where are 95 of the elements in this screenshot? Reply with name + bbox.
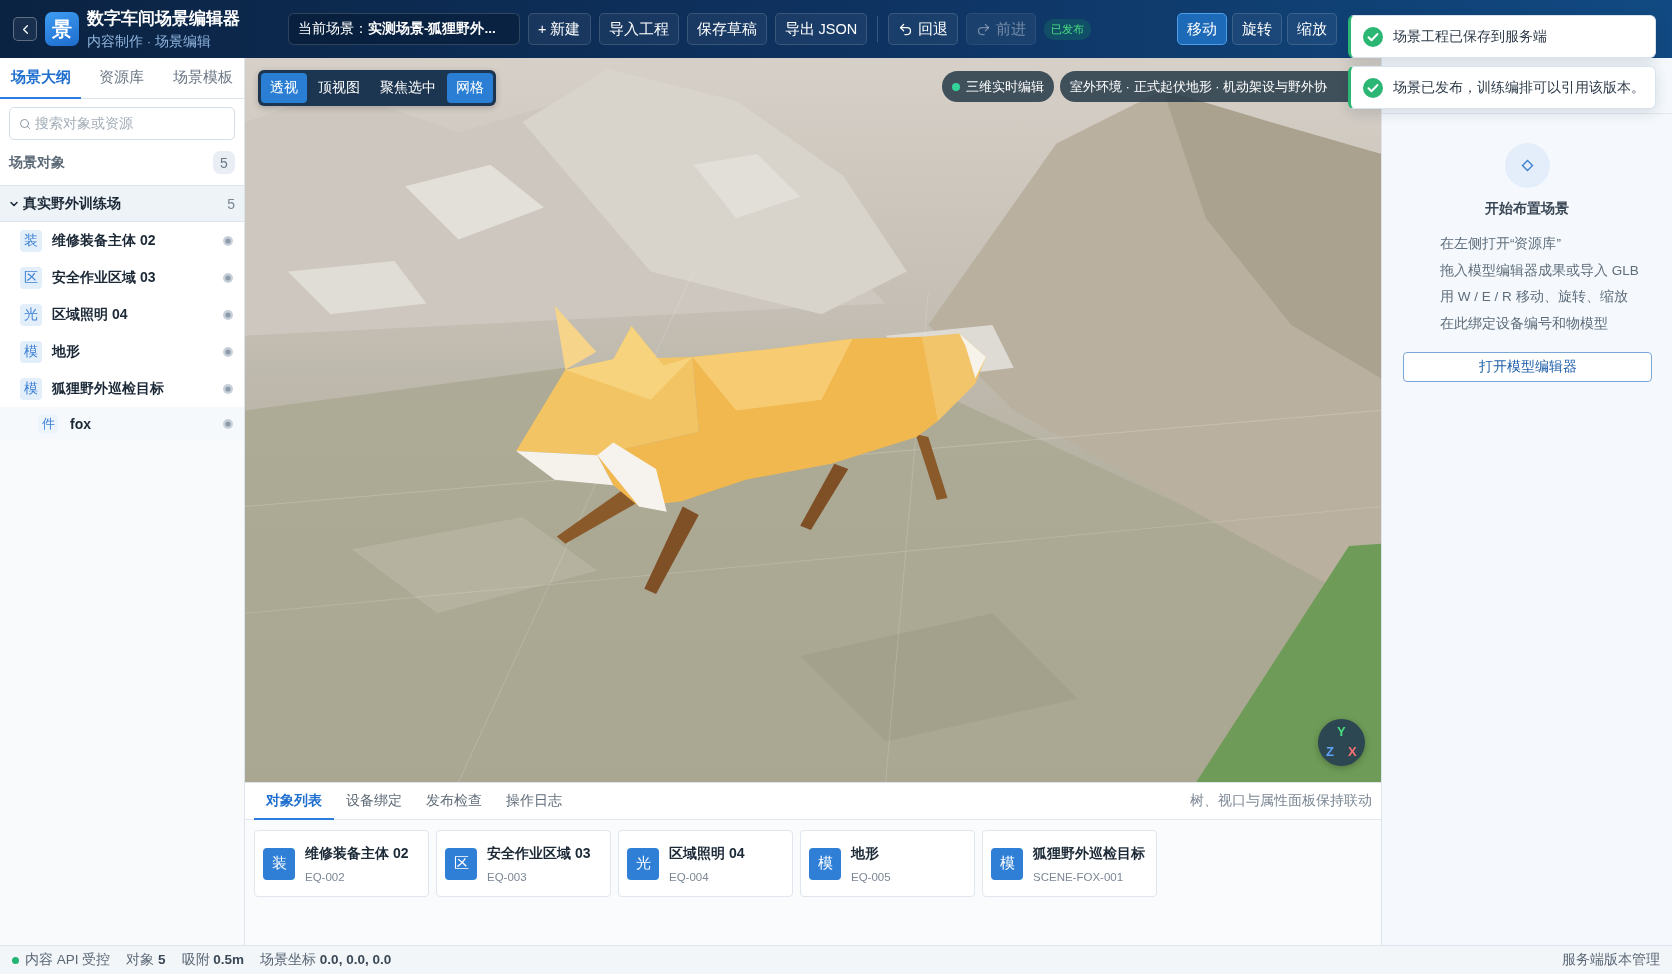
open-model-editor-button[interactable]: 打开模型编辑器 xyxy=(1403,351,1652,382)
dot-icon[interactable] xyxy=(223,346,233,357)
sidebar-tab[interactable]: 资源库 xyxy=(81,58,163,99)
dot-icon[interactable] xyxy=(223,272,233,283)
card-code: EQ-004 xyxy=(669,870,710,883)
redo-icon xyxy=(976,21,992,37)
card-code: EQ-005 xyxy=(851,870,891,883)
axis-label: Z xyxy=(1326,745,1334,759)
panel-tab[interactable]: 发布检查 xyxy=(414,783,494,820)
status-text: 场景坐标 0.0, 0.0, 0.0 xyxy=(260,951,392,969)
status-text: 吸附 0.5m xyxy=(181,951,245,969)
back-button[interactable] xyxy=(13,17,37,41)
hint-text: 在此绑定设备编号和物模型 xyxy=(1440,315,1608,334)
tree-item-label[interactable]: 维修装备主体 02 xyxy=(52,231,213,250)
toast-message: 场景已发布，训练编排可以引用该版本。 xyxy=(1393,78,1645,97)
axis-label: Y xyxy=(1337,725,1346,739)
card-title: 地形 xyxy=(851,844,880,863)
toolbar-button[interactable]: + 新建 xyxy=(528,13,591,45)
status-text: 对象 5 xyxy=(126,951,166,969)
object-card[interactable]: 模 地形 EQ-005 xyxy=(800,830,975,897)
card-code: SCENE-FOX-001 xyxy=(1033,870,1125,883)
sidebar-tab[interactable]: 场景模板 xyxy=(162,58,244,99)
view-mode-button[interactable]: 聚焦选中 xyxy=(371,73,445,103)
toolbar-button[interactable]: 保存草稿 xyxy=(686,13,767,45)
toolbar-button[interactable]: 导入工程 xyxy=(598,13,679,45)
status-dot-icon xyxy=(952,82,960,91)
status-text: 内容 API 受控 xyxy=(25,951,111,969)
transform-mode-button[interactable]: 旋转 xyxy=(1232,13,1282,45)
type-badge: 模 xyxy=(991,847,1023,880)
panel-note: 树、视口与属性面板保持联动 xyxy=(1190,792,1372,810)
current-scene-selector[interactable]: 当前场景：实测场景-狐狸野外... xyxy=(288,13,520,45)
hint-text: 拖入模型编辑器成果或导入 GLB xyxy=(1440,261,1639,280)
type-badge: 装 xyxy=(20,229,42,252)
dot-icon[interactable] xyxy=(223,235,233,246)
dot-icon[interactable] xyxy=(223,383,233,394)
card-title: 安全作业区域 03 xyxy=(487,844,591,863)
tree-item-label[interactable]: 地形 xyxy=(52,342,213,361)
tree-item-label[interactable]: 区域照明 04 xyxy=(52,305,213,324)
fox-drawing[interactable] xyxy=(516,305,986,595)
panel-tab[interactable]: 设备绑定 xyxy=(334,783,414,820)
type-badge: 模 xyxy=(20,340,42,363)
undo-icon xyxy=(898,21,914,37)
type-badge: 件 xyxy=(38,414,58,434)
hint-text: 用 W / E / R 移动、旋转、缩放 xyxy=(1440,288,1628,307)
dot-icon[interactable] xyxy=(223,309,233,320)
status-link[interactable]: 服务端版本管理 xyxy=(1562,951,1660,969)
publish-status-badge: 已发布 xyxy=(1044,18,1092,40)
transform-mode-button[interactable]: 移动 xyxy=(1177,13,1227,45)
type-badge: 区 xyxy=(20,266,42,289)
check-circle-icon xyxy=(1363,26,1383,47)
app-title: 数字车间场景编辑器 xyxy=(87,8,241,30)
transform-mode-button[interactable]: 缩放 xyxy=(1287,13,1337,45)
axis-label: X xyxy=(1348,745,1357,759)
tree-item-label[interactable]: fox xyxy=(70,416,211,432)
app-logo: 景 xyxy=(45,12,79,46)
object-card[interactable]: 光 区域照明 04 EQ-004 xyxy=(618,830,793,897)
toolbar-button[interactable]: 导出 JSON xyxy=(774,13,868,45)
type-badge: 装 xyxy=(263,847,295,880)
tree-item-label[interactable]: 狐狸野外巡检目标 xyxy=(52,379,213,398)
type-badge: 模 xyxy=(20,377,42,400)
tree-group-label: 真实野外训练场 xyxy=(23,194,122,213)
check-circle-icon xyxy=(1363,77,1383,98)
section-title: 场景对象 xyxy=(9,153,65,172)
live-edit-label: 三维实时编辑 xyxy=(966,77,1044,96)
tree-item-label[interactable]: 安全作业区域 03 xyxy=(52,268,213,287)
type-badge: 光 xyxy=(627,847,659,880)
view-mode-button[interactable]: 顶视图 xyxy=(309,73,369,103)
card-code: EQ-002 xyxy=(305,870,346,883)
dot-icon[interactable] xyxy=(223,419,233,429)
card-title: 区域照明 04 xyxy=(669,844,745,863)
type-badge: 区 xyxy=(445,847,477,880)
tree-group-row[interactable]: 真实野外训练场 5 xyxy=(0,185,244,222)
type-badge: 模 xyxy=(809,847,841,880)
app-subtitle: 内容制作 · 场景编辑 xyxy=(87,33,212,51)
hint-text: 在左侧打开“资源库” xyxy=(1440,235,1561,253)
card-code: EQ-003 xyxy=(487,870,528,883)
card-title: 维修装备主体 02 xyxy=(305,844,409,863)
search-field[interactable]: 搜索对象或资源 xyxy=(9,107,235,140)
object-card[interactable]: 装 维修装备主体 02 EQ-002 xyxy=(254,830,429,897)
view-mode-button[interactable]: 网格 xyxy=(447,73,493,103)
object-card[interactable]: 区 安全作业区域 03 EQ-003 xyxy=(436,830,611,897)
view-mode-button[interactable]: 透视 xyxy=(261,73,307,103)
toast-message: 场景工程已保存到服务端 xyxy=(1393,27,1547,46)
environment-label: 室外环境 · 正式起伏地形 · 机动架设与野外协 xyxy=(1070,77,1328,96)
panel-tab[interactable]: 对象列表 xyxy=(254,783,334,820)
object-card[interactable]: 模 狐狸野外巡检目标 SCENE-FOX-001 xyxy=(982,830,1157,897)
object-count: 5 xyxy=(213,151,235,174)
group-count: 5 xyxy=(227,195,235,212)
search-icon xyxy=(19,118,31,130)
scene-viewport[interactable]: 透视 顶视图 聚焦选中 网格 三维实时编辑 室外环境 · 正式起伏地形 · 机动架设与野外协 Y Z X xyxy=(245,58,1381,782)
undo-button[interactable]: 回退 xyxy=(888,13,959,45)
empty-state-title: 开始布置场景 xyxy=(1485,199,1569,218)
card-title: 狐狸野外巡检目标 xyxy=(1033,844,1145,863)
panel-tab[interactable]: 操作日志 xyxy=(494,783,574,820)
type-badge: 光 xyxy=(20,303,42,326)
